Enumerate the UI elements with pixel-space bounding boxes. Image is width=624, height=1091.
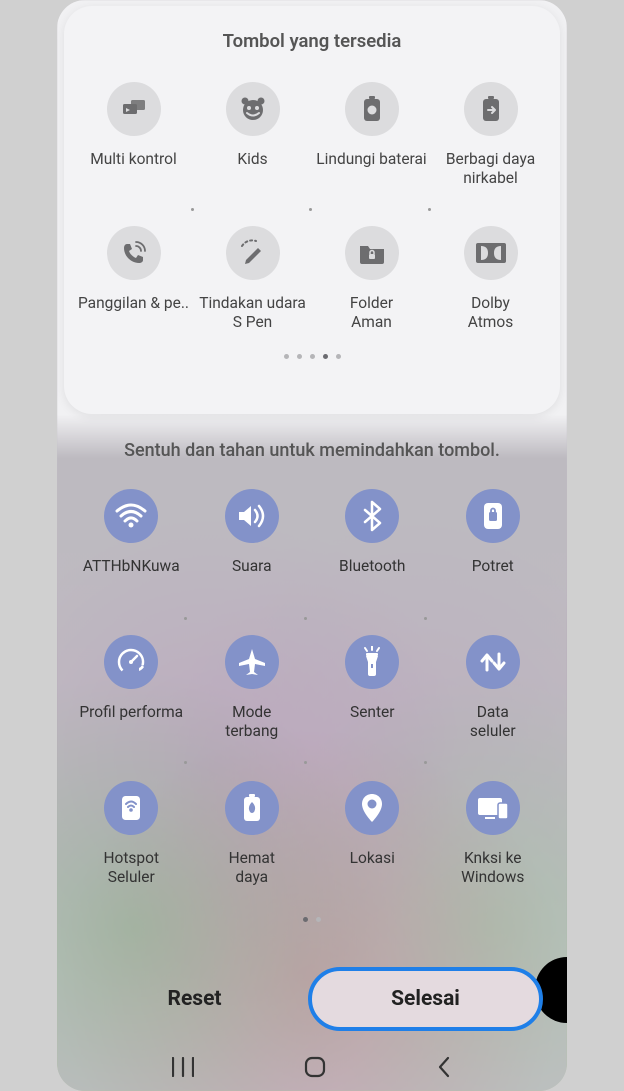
tile-label: Berbagi daya nirkabel bbox=[446, 150, 535, 189]
bluetooth-icon bbox=[345, 489, 399, 543]
power-saving-icon bbox=[225, 781, 279, 835]
divider-dot bbox=[304, 761, 307, 764]
active-tile-portrait[interactable]: Potret bbox=[433, 487, 554, 631]
home-button[interactable] bbox=[304, 1056, 326, 1078]
divider-dot bbox=[424, 761, 427, 764]
active-tile-flashlight[interactable]: Senter bbox=[312, 633, 433, 777]
available-tile-spen-air[interactable]: Tindakan udara S Pen bbox=[193, 224, 312, 362]
mobile-data-icon bbox=[466, 635, 520, 689]
available-tile-secure-folder[interactable]: Folder Aman bbox=[312, 224, 431, 362]
available-buttons-panel: Tombol yang tersedia Multi kontrol Kids Li… bbox=[64, 6, 560, 414]
tile-label: Potret bbox=[472, 557, 514, 576]
flashlight-icon bbox=[345, 635, 399, 689]
tile-label: Multi kontrol bbox=[90, 150, 177, 169]
divider-dot bbox=[424, 617, 427, 620]
instruction-text: Sentuh dan tahan untuk memindahkan tombo… bbox=[57, 440, 567, 461]
dolby-atmos-icon bbox=[464, 226, 518, 280]
multi-control-icon bbox=[107, 82, 161, 136]
tile-label: Data seluler bbox=[470, 703, 516, 742]
sound-icon bbox=[225, 489, 279, 543]
recents-button[interactable] bbox=[172, 1057, 194, 1077]
divider-dot bbox=[191, 208, 194, 211]
tile-label: Kids bbox=[237, 150, 267, 169]
divider-dot bbox=[184, 761, 187, 764]
spen-air-icon bbox=[226, 226, 280, 280]
available-tile-multi-control[interactable]: Multi kontrol bbox=[74, 80, 193, 218]
back-button[interactable] bbox=[436, 1056, 452, 1078]
tile-label: Suara bbox=[232, 557, 272, 576]
reset-button[interactable]: Reset bbox=[81, 969, 308, 1029]
divider-dot bbox=[428, 208, 431, 211]
divider-dot bbox=[184, 617, 187, 620]
tile-label: Dolby Atmos bbox=[468, 294, 514, 333]
tile-label: ATTHbNKuwa bbox=[83, 557, 180, 576]
available-tile-wireless-powershare[interactable]: Berbagi daya nirkabel bbox=[431, 80, 550, 218]
active-tile-mobile-data[interactable]: Data seluler bbox=[433, 633, 554, 777]
active-tile-wifi[interactable]: ATTHbNKuwa bbox=[71, 487, 192, 631]
tile-label: Bluetooth bbox=[339, 557, 405, 576]
tile-label: Hotspot Seluler bbox=[103, 849, 159, 888]
active-tile-bluetooth[interactable]: Bluetooth bbox=[312, 487, 433, 631]
call-message-icon bbox=[107, 226, 161, 280]
divider-dot bbox=[304, 617, 307, 620]
tile-label: Folder Aman bbox=[350, 294, 393, 333]
tile-label: Lindungi baterai bbox=[316, 150, 426, 169]
tile-label: Panggilan & pe.. bbox=[78, 294, 189, 313]
active-tile-location[interactable]: Lokasi bbox=[312, 779, 433, 923]
performance-icon bbox=[104, 635, 158, 689]
available-tile-kids[interactable]: Kids bbox=[193, 80, 312, 218]
bottom-button-row: Reset Selesai bbox=[57, 967, 567, 1031]
active-buttons-panel: Sentuh dan tahan untuk memindahkan tombo… bbox=[57, 416, 567, 922]
available-tile-call-message[interactable]: Panggilan & pe.. bbox=[74, 224, 193, 362]
active-tile-link-windows[interactable]: Knksi ke Windows bbox=[433, 779, 554, 923]
wireless-powershare-icon bbox=[464, 82, 518, 136]
active-grid: ATTHbNKuwa Suara Bluetooth Potret Profil per… bbox=[57, 487, 567, 923]
hotspot-icon bbox=[104, 781, 158, 835]
location-icon bbox=[345, 781, 399, 835]
tile-label: Tindakan udara S Pen bbox=[199, 294, 306, 333]
tile-label: Mode terbang bbox=[225, 703, 278, 742]
active-tile-sound[interactable]: Suara bbox=[192, 487, 313, 631]
tile-label: Senter bbox=[350, 703, 395, 722]
wifi-icon bbox=[104, 489, 158, 543]
tile-label: Knksi ke Windows bbox=[461, 849, 524, 888]
kids-icon bbox=[226, 82, 280, 136]
active-tile-power-saving[interactable]: Hemat daya bbox=[192, 779, 313, 923]
available-tile-protect-battery[interactable]: Lindungi baterai bbox=[312, 80, 431, 218]
active-tile-performance[interactable]: Profil performa bbox=[71, 633, 192, 777]
tile-label: Lokasi bbox=[350, 849, 395, 868]
available-tile-dolby-atmos[interactable]: Dolby Atmos bbox=[431, 224, 550, 362]
airplane-icon bbox=[225, 635, 279, 689]
tile-label: Profil performa bbox=[79, 703, 183, 722]
active-tile-hotspot[interactable]: Hotspot Seluler bbox=[71, 779, 192, 923]
active-tile-airplane[interactable]: Mode terbang bbox=[192, 633, 313, 777]
phone-screen: Tombol yang tersedia Multi kontrol Kids Li… bbox=[57, 0, 567, 1091]
available-title: Tombol yang tersedia bbox=[64, 30, 560, 52]
link-windows-icon bbox=[466, 781, 520, 835]
divider-dot bbox=[309, 208, 312, 211]
portrait-icon bbox=[466, 489, 520, 543]
navigation-bar bbox=[57, 1043, 567, 1091]
available-grid: Multi kontrol Kids Lindungi baterai Berbagi… bbox=[64, 80, 560, 362]
secure-folder-icon bbox=[345, 226, 399, 280]
tile-label: Hemat daya bbox=[229, 849, 275, 888]
done-button[interactable]: Selesai bbox=[308, 967, 543, 1031]
protect-battery-icon bbox=[345, 82, 399, 136]
